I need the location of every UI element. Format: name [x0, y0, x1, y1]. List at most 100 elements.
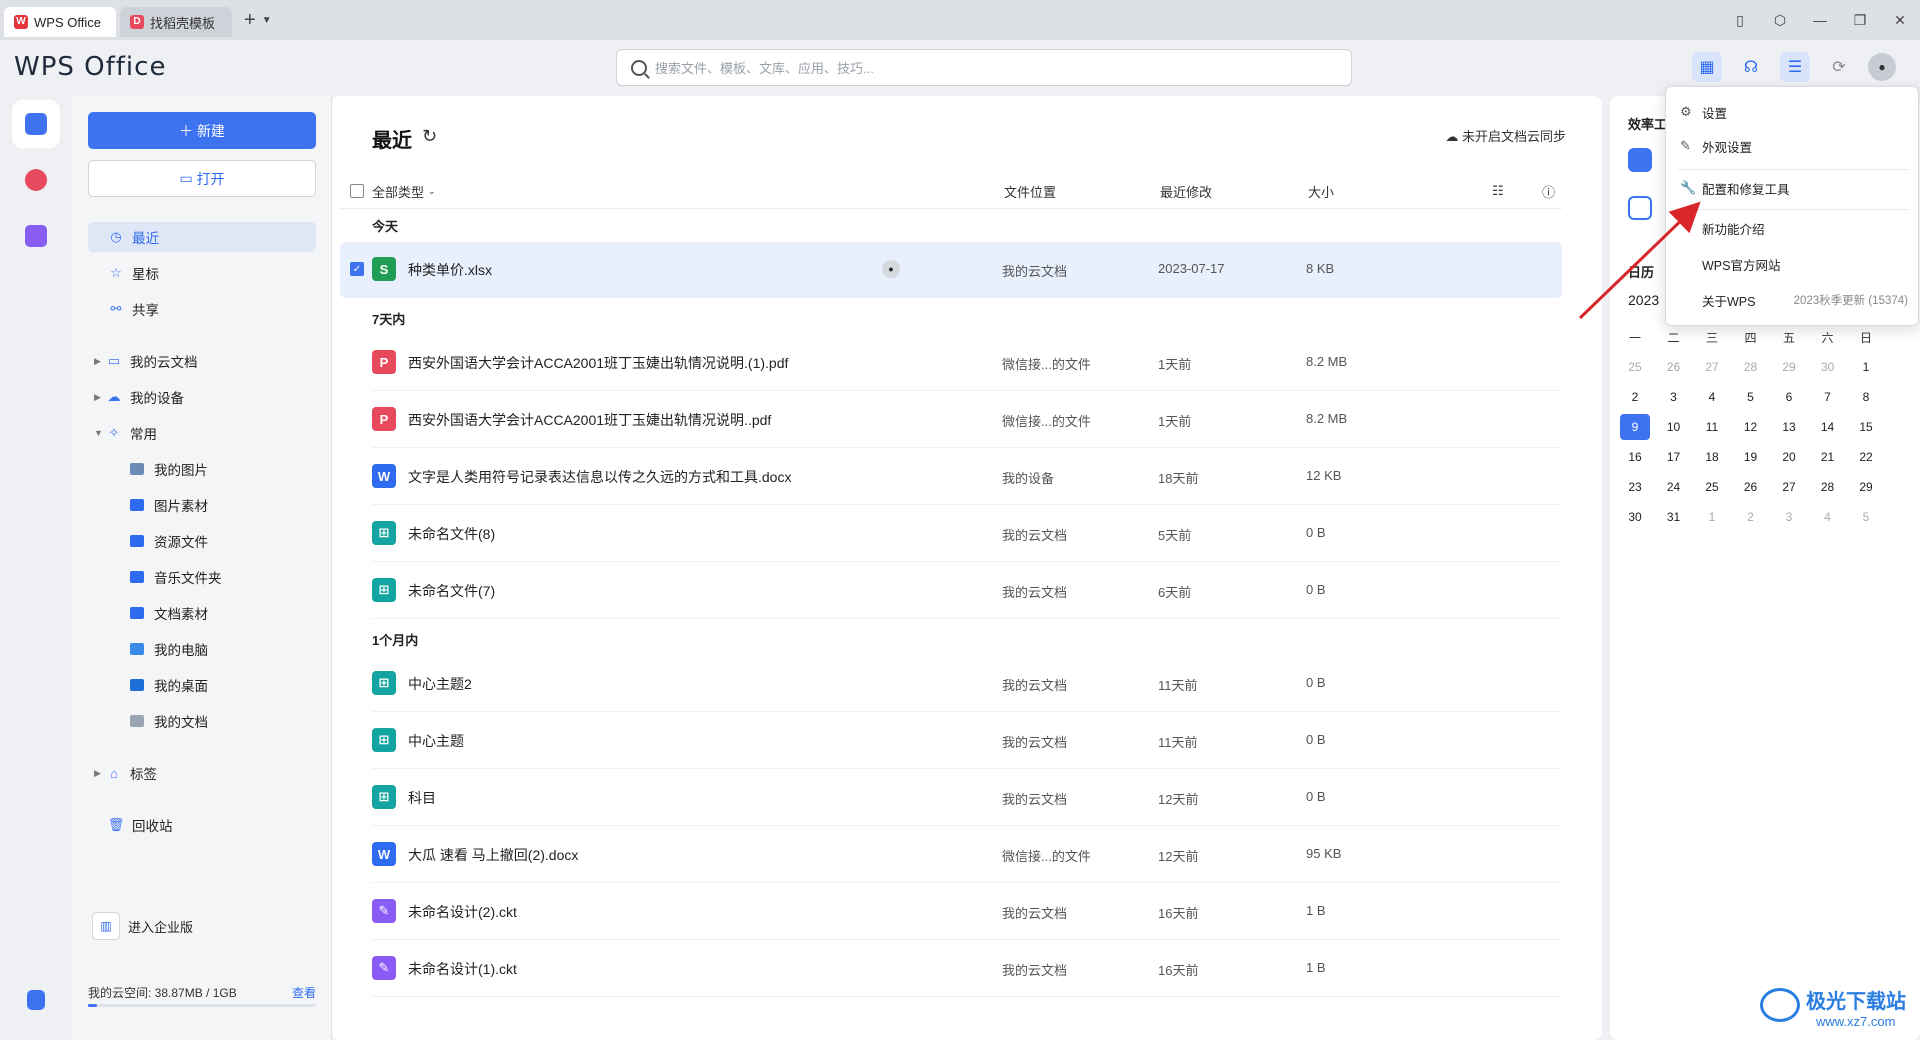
tool-icon[interactable]: [1628, 196, 1652, 220]
file-name[interactable]: 种类单价.xlsx: [408, 260, 492, 280]
file-row[interactable]: ⊞ 中心主题 我的云文档 11天前 0 B: [340, 713, 1562, 769]
sidebar-item-my-pictures[interactable]: 我的图片: [88, 454, 316, 484]
calendar-day[interactable]: 9: [1620, 414, 1650, 440]
search-input[interactable]: 搜索文件、模板、文库、应用、技巧...: [616, 49, 1352, 86]
caret-down-icon[interactable]: ▼: [94, 428, 106, 438]
reading-mode-icon[interactable]: ▯: [1720, 12, 1760, 29]
new-button[interactable]: ＋ 新建: [88, 112, 316, 149]
calendar-day[interactable]: 25: [1697, 474, 1727, 500]
sort-settings-icon[interactable]: ☷: [1492, 178, 1504, 204]
calendar-day[interactable]: 29: [1774, 354, 1804, 380]
sidebar-item-trash[interactable]: 🗑 回收站: [88, 810, 316, 840]
sidebar-item-music[interactable]: 音乐文件夹: [88, 562, 316, 592]
calendar-day[interactable]: 30: [1620, 504, 1650, 530]
file-name[interactable]: 未命名设计(2).ckt: [408, 902, 517, 922]
sidebar-item-recent[interactable]: ◷ 最近: [88, 222, 316, 252]
calendar-day[interactable]: 2: [1736, 504, 1766, 530]
chevron-down-icon[interactable]: ▼: [262, 15, 272, 26]
close-button[interactable]: ✕: [1880, 12, 1920, 29]
menu-item-whats-new[interactable]: 新功能介绍: [1666, 211, 1920, 245]
file-name[interactable]: 未命名文件(8): [408, 524, 495, 544]
file-row[interactable]: P 西安外国语大学会计ACCA2001班丁玉婕出轨情况说明..pdf 微信接...的…: [340, 392, 1562, 448]
open-button[interactable]: ▭ 打开: [88, 160, 316, 197]
file-name[interactable]: 未命名文件(7): [408, 581, 495, 601]
calendar-day[interactable]: 19: [1736, 444, 1766, 470]
enterprise-button[interactable]: ▥ 进入企业版: [92, 911, 193, 941]
tab-docer[interactable]: D 找稻壳模板: [120, 7, 232, 37]
calendar-day[interactable]: 11: [1697, 414, 1727, 440]
cloud-sync-status[interactable]: ☁ 未开启文档云同步: [1445, 126, 1566, 145]
cube-icon[interactable]: ⬡: [1760, 12, 1800, 29]
calendar-day[interactable]: 5: [1851, 504, 1881, 530]
calendar-day[interactable]: 29: [1851, 474, 1881, 500]
tool-icon[interactable]: [1628, 148, 1652, 172]
column-modified[interactable]: 最近修改: [1160, 178, 1212, 204]
calendar-day[interactable]: 12: [1736, 414, 1766, 440]
sidebar-item-devices[interactable]: ▶ ☁ 我的设备: [88, 382, 316, 412]
file-row[interactable]: ✎ 未命名设计(2).ckt 我的云文档 16天前 1 B: [340, 884, 1562, 940]
calendar-day[interactable]: 26: [1736, 474, 1766, 500]
sidebar-item-frequent[interactable]: ▼ ✧ 常用: [88, 418, 316, 448]
sidebar-item-tags[interactable]: ▶ ⌂ 标签: [88, 758, 316, 788]
avatar[interactable]: ●: [1868, 53, 1896, 81]
file-name[interactable]: 科目: [408, 788, 436, 808]
row-checkbox[interactable]: ✓: [350, 262, 364, 276]
rail-apps[interactable]: [12, 212, 60, 260]
calendar-day[interactable]: 20: [1774, 444, 1804, 470]
sidebar-item-resources[interactable]: 资源文件: [88, 526, 316, 556]
calendar-day[interactable]: 15: [1851, 414, 1881, 440]
sidebar-item-cloud-docs[interactable]: ▶ ▭ 我的云文档: [88, 346, 316, 376]
sidebar-item-my-documents[interactable]: 我的文档: [88, 706, 316, 736]
calendar-day[interactable]: 5: [1736, 384, 1766, 410]
calendar-day[interactable]: 22: [1851, 444, 1881, 470]
calendar-day[interactable]: 10: [1659, 414, 1689, 440]
caret-right-icon[interactable]: ▶: [94, 356, 106, 367]
calendar-day[interactable]: 1: [1851, 354, 1881, 380]
sync-icon[interactable]: ⟳: [1824, 52, 1854, 82]
file-row[interactable]: ⊞ 未命名文件(8) 我的云文档 5天前 0 B: [340, 506, 1562, 562]
calendar-day[interactable]: 6: [1774, 384, 1804, 410]
caret-right-icon[interactable]: ▶: [94, 392, 106, 403]
file-name[interactable]: 未命名设计(1).ckt: [408, 959, 517, 979]
sidebar-item-doc-assets[interactable]: 文档素材: [88, 598, 316, 628]
sidebar-item-desktop[interactable]: 我的桌面: [88, 670, 316, 700]
minimize-button[interactable]: —: [1800, 12, 1840, 28]
shared-avatar-icon[interactable]: ●: [882, 260, 900, 278]
menu-item-settings[interactable]: ⚙ 设置: [1666, 95, 1920, 129]
calendar-day[interactable]: 26: [1659, 354, 1689, 380]
file-name[interactable]: 西安外国语大学会计ACCA2001班丁玉婕出轨情况说明.(1).pdf: [408, 353, 788, 373]
file-row[interactable]: ✎ 未命名设计(1).ckt 我的云文档 16天前 1 B: [340, 941, 1562, 997]
refresh-icon[interactable]: ↻: [422, 126, 437, 147]
apps-grid-icon[interactable]: ▦: [1692, 52, 1722, 82]
file-name[interactable]: 中心主题: [408, 731, 464, 751]
calendar-day[interactable]: 3: [1774, 504, 1804, 530]
file-row[interactable]: W 大瓜 速看 马上撤回(2).docx 微信接...的文件 12天前 95 KB: [340, 827, 1562, 883]
calendar-day[interactable]: 4: [1813, 504, 1843, 530]
calendar-day[interactable]: 8: [1851, 384, 1881, 410]
file-row[interactable]: ⊞ 未命名文件(7) 我的云文档 6天前 0 B: [340, 563, 1562, 619]
type-filter[interactable]: 全部类型 ⌄: [350, 178, 436, 204]
rail-documents[interactable]: [12, 100, 60, 148]
calendar-day[interactable]: 21: [1813, 444, 1843, 470]
menu-item-repair-tool[interactable]: 🔧 配置和修复工具: [1666, 171, 1920, 205]
info-icon[interactable]: ⓘ: [1542, 178, 1555, 204]
rail-docer[interactable]: [12, 156, 60, 204]
calendar-day[interactable]: 23: [1620, 474, 1650, 500]
file-name[interactable]: 中心主题2: [408, 674, 472, 694]
headset-icon[interactable]: ☊: [1736, 52, 1766, 82]
calendar-day[interactable]: 18: [1697, 444, 1727, 470]
calendar-day[interactable]: 4: [1697, 384, 1727, 410]
calendar-day[interactable]: 14: [1813, 414, 1843, 440]
calendar-day[interactable]: 28: [1813, 474, 1843, 500]
calendar-day[interactable]: 31: [1659, 504, 1689, 530]
calendar-day[interactable]: 16: [1620, 444, 1650, 470]
rail-bottom[interactable]: [12, 976, 60, 1024]
calendar-day[interactable]: 27: [1697, 354, 1727, 380]
file-name[interactable]: 大瓜 速看 马上撤回(2).docx: [408, 845, 578, 865]
restore-button[interactable]: ❐: [1840, 12, 1880, 29]
file-name[interactable]: 文字是人类用符号记录表达信息以传之久远的方式和工具.docx: [408, 467, 791, 487]
menu-item-about[interactable]: 关于WPS 2023秋季更新 (15374): [1666, 283, 1920, 317]
sidebar-item-my-computer[interactable]: 我的电脑: [88, 634, 316, 664]
column-size[interactable]: 大小: [1308, 178, 1334, 204]
calendar-day[interactable]: 28: [1736, 354, 1766, 380]
